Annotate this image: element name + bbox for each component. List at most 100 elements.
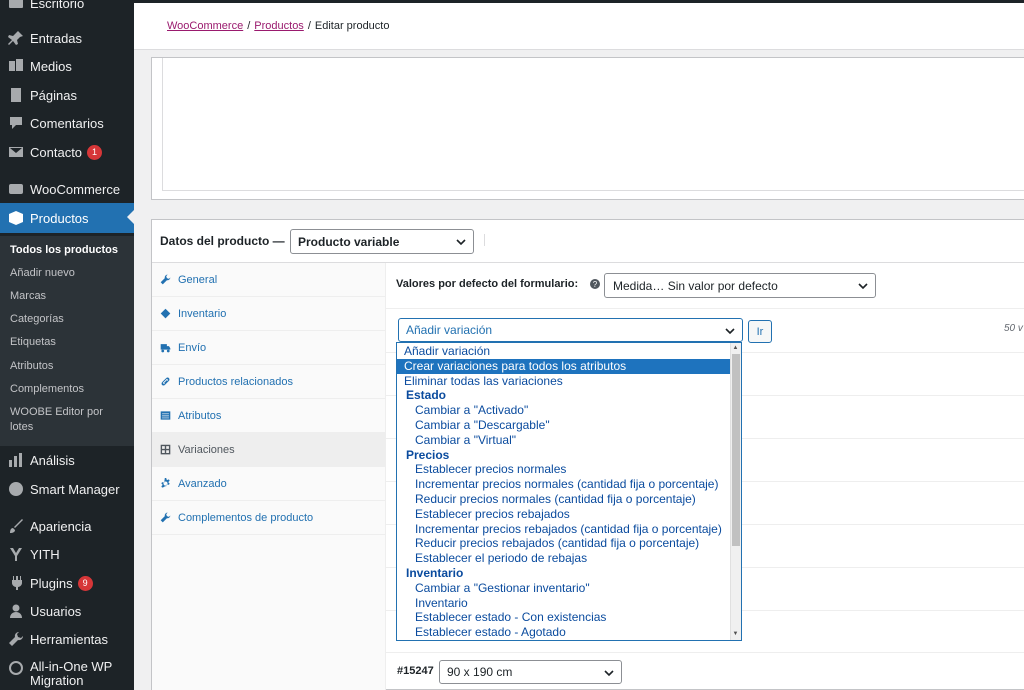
menu-medios[interactable]: Medios [0,52,134,80]
dropdown-option[interactable]: Cambiar a "Descargable" [397,418,731,433]
wrench-icon [160,512,172,523]
submenu-atributos[interactable]: Atributos [10,359,130,374]
admin-bar-edge [134,0,1024,3]
tab-label: Envío [178,341,207,354]
menu-paginas[interactable]: Páginas [0,81,134,109]
menu-usuarios[interactable]: Usuarios [0,597,134,625]
submenu-complementos[interactable]: Complementos [10,382,130,397]
tab-envio[interactable]: Envío [152,331,386,365]
menu-smart-manager[interactable]: Smart Manager [0,475,134,503]
submenu-etiquetas[interactable]: Etiquetas [10,335,130,350]
tab-variaciones[interactable]: Variaciones [152,433,386,467]
dropdown-option[interactable]: Inventario [397,596,731,611]
submenu-woobe-editor[interactable]: WOOBE Editor por lotes [10,405,110,435]
menu-all-in-one-migration[interactable]: All-in-One WP Migration [0,660,134,690]
dropdown-option[interactable]: Eliminar todas las variaciones [397,374,731,389]
notification-badge: 1 [87,144,103,160]
dropdown-option[interactable]: Establecer precios normales [397,462,731,477]
dashboard-icon [8,0,24,11]
menu-herramientas[interactable]: Herramientas [0,625,134,653]
menu-label: Entradas [30,30,83,46]
tab-inventario[interactable]: Inventario [152,297,386,331]
breadcrumb-productos-link[interactable]: Productos [254,20,304,32]
product-type-select[interactable]: Producto variable [290,229,474,254]
menu-productos[interactable]: Productos [0,203,134,233]
menu-label: YITH [30,546,60,562]
tab-productos-relacionados[interactable]: Productos relacionados [152,365,386,399]
menu-escritorio[interactable]: Escritorio [0,0,134,17]
tab-label: Variaciones [178,443,235,456]
tab-avanzado[interactable]: Avanzado [152,467,386,501]
breadcrumb-woocommerce-link[interactable]: WooCommerce [167,20,243,32]
admin-sidebar: Escritorio Entradas Medios Páginas Comen… [0,0,134,690]
menu-label: Plugins [30,575,73,591]
default-value-select[interactable]: Medida… Sin valor por defecto [604,273,876,298]
menu-contacto[interactable]: Contacto 1 [0,138,134,166]
wrench-icon [160,274,172,285]
variation-attribute-select[interactable]: 90 x 190 cm [439,660,622,684]
menu-label: Smart Manager [30,481,120,497]
menu-entradas[interactable]: Entradas [0,24,134,52]
menu-label: Comentarios [30,115,104,131]
tab-label: Inventario [178,307,227,320]
page-icon [8,87,24,103]
gear-icon [160,478,172,489]
dropdown-scrollbar[interactable]: ▲ ▼ [730,343,741,640]
header-divider [484,234,485,246]
tab-general[interactable]: General [152,263,386,297]
go-button[interactable]: Ir [748,320,772,343]
menu-woocommerce[interactable]: WooCommerce [0,175,134,203]
dropdown-option[interactable]: Establecer estado - Agotado [397,625,731,640]
dropdown-option[interactable]: Establecer precios rebajados [397,507,731,522]
submenu-anadir-nuevo[interactable]: Añadir nuevo [10,266,130,281]
link-icon [160,376,172,387]
submenu-categorias[interactable]: Categorías [10,312,130,327]
product-data-tabs: General Inventario Envío Productos relac… [152,263,386,690]
dropdown-option[interactable]: Establecer estado - Con existencias [397,610,731,625]
submenu-marcas[interactable]: Marcas [10,289,130,304]
menu-yith[interactable]: YITH [0,540,134,568]
bulk-action-select[interactable]: Añadir variación [398,318,743,342]
menu-label: Análisis [30,452,75,468]
dropdown-option[interactable]: Cambiar a "Activado" [397,403,731,418]
notification-badge: 9 [77,575,93,591]
tab-atributos[interactable]: Atributos [152,399,386,433]
dropdown-group-label: Estado [406,388,447,403]
chevron-down-icon [604,667,614,677]
tab-complementos-producto[interactable]: Complementos de producto [152,501,386,535]
dropdown-option[interactable]: Cambiar a "Virtual" [397,433,731,448]
menu-plugins[interactable]: Plugins 9 [0,569,134,597]
dropdown-option[interactable]: Crear variaciones para todos los atribut… [397,358,731,374]
plug-icon [8,575,24,591]
scrollbar-thumb[interactable] [732,354,740,546]
dropdown-option[interactable]: Añadir variación [397,344,731,359]
gauge-icon [8,481,24,497]
dropdown-option[interactable]: Reducir precios normales (cantidad fija … [397,492,731,507]
scroll-down-icon[interactable]: ▼ [732,631,739,637]
editor-text-area[interactable] [162,58,1024,191]
scroll-up-icon[interactable]: ▲ [732,345,739,351]
dropdown-option[interactable]: Incrementar precios normales (cantidad f… [397,477,731,492]
dropdown-option[interactable]: Incrementar precios rebajados (cantidad … [397,522,731,537]
menu-label: Apariencia [30,518,92,534]
product-data-header: Datos del producto — Producto variable [152,220,1024,263]
variation-count: 50 v [1004,323,1023,334]
menu-apariencia[interactable]: Apariencia [0,512,134,540]
dropdown-option[interactable]: Establecer el periodo de rebajas [397,551,731,566]
help-icon[interactable]: ? [590,279,600,289]
defaults-label: Valores por defecto del formulario: [396,278,579,290]
yith-icon [8,546,24,562]
default-value: Medida… Sin valor por defecto [613,279,778,293]
variation-id: #15247 [397,665,434,677]
menu-analisis[interactable]: Análisis [0,446,134,474]
comment-icon [8,115,24,131]
menu-label: WooCommerce [30,181,121,197]
dropdown-option[interactable]: Cambiar a "Gestionar inventario" [397,581,731,596]
submenu-todos-los-productos[interactable]: Todos los productos [10,243,130,258]
menu-comentarios[interactable]: Comentarios [0,109,134,137]
list-icon [160,410,172,421]
migration-icon [8,660,24,676]
bulk-action-dropdown-list: Añadir variación Crear variaciones para t… [396,342,742,641]
tag-icon [160,308,172,319]
dropdown-option[interactable]: Reducir precios rebajados (cantidad fija… [397,536,731,551]
